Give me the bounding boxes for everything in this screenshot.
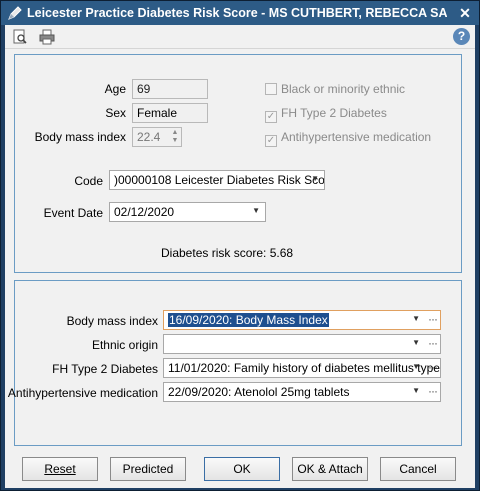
toolbar: ? bbox=[5, 25, 475, 49]
print-preview-icon[interactable] bbox=[11, 28, 29, 46]
source-bmi-label: Body mass index bbox=[66, 314, 158, 328]
close-button[interactable]: ✕ bbox=[457, 4, 473, 22]
reset-button[interactable]: Reset bbox=[22, 457, 98, 481]
fh-t2d-checkbox[interactable]: ✓ FH Type 2 Diabetes bbox=[265, 106, 387, 123]
patient-details-panel: Age 69 Sex Female Body mass index 22.4 ▲… bbox=[14, 54, 462, 273]
source-fh-value: 11/01/2020: Family history of diabetes m… bbox=[168, 361, 440, 375]
event-date-value: 02/12/2020 bbox=[114, 205, 175, 219]
checkmark-icon: ✓ bbox=[265, 111, 277, 123]
printer-icon[interactable] bbox=[38, 28, 56, 46]
source-med-dropdown[interactable]: 22/09/2020: Atenolol 25mg tablets ▼ ··· bbox=[163, 382, 441, 402]
age-label: Age bbox=[104, 82, 126, 96]
age-value: 69 bbox=[137, 82, 151, 96]
risk-score-text: Diabetes risk score: 5.68 bbox=[161, 246, 294, 260]
black-minority-checkbox[interactable]: Black or minority ethnic bbox=[265, 82, 405, 96]
chevron-down-icon: ▼ bbox=[252, 206, 260, 215]
predicted-button[interactable]: Predicted bbox=[110, 457, 186, 481]
ethnic-origin-dropdown[interactable]: ▼ ··· bbox=[163, 334, 441, 354]
chevron-down-icon: ▼ bbox=[412, 338, 420, 347]
spinner-arrows-icon[interactable]: ▲ ▼ bbox=[170, 129, 180, 145]
source-med-value: 22/09/2020: Atenolol 25mg tablets bbox=[168, 385, 350, 399]
source-fh-dropdown[interactable]: 11/01/2020: Family history of diabetes m… bbox=[163, 358, 441, 378]
source-fh-label: FH Type 2 Diabetes bbox=[52, 362, 158, 376]
sex-value: Female bbox=[137, 106, 178, 120]
dialog-window: Leicester Practice Diabetes Risk Score -… bbox=[0, 0, 480, 491]
bmi-spinner[interactable]: 22.4 ▲ ▼ bbox=[132, 127, 182, 147]
age-field: 69 bbox=[132, 79, 208, 99]
bmi-value: 22.4 bbox=[137, 130, 161, 144]
chevron-down-icon: ▼ bbox=[412, 362, 420, 371]
code-value: )00000108 Leicester Diabetes Risk Score bbox=[114, 173, 325, 187]
fh-t2d-label: FH Type 2 Diabetes bbox=[281, 106, 387, 120]
help-button[interactable]: ? bbox=[453, 28, 470, 45]
source-med-label: Antihypertensive medication bbox=[7, 386, 158, 400]
ethnic-origin-label: Ethnic origin bbox=[91, 338, 158, 352]
black-minority-label: Black or minority ethnic bbox=[281, 82, 406, 96]
bmi-label: Body mass index bbox=[34, 130, 126, 144]
checkmark-icon: ✓ bbox=[265, 135, 277, 147]
antihypertensive-label: Antihypertensive medication bbox=[281, 130, 432, 144]
chevron-down-icon: ▼ bbox=[412, 314, 420, 323]
chevron-down-icon: ▼ bbox=[412, 386, 420, 395]
title-bar[interactable]: Leicester Practice Diabetes Risk Score -… bbox=[1, 1, 479, 25]
pencil-icon bbox=[7, 5, 23, 21]
code-label: Code bbox=[74, 174, 103, 188]
more-button[interactable]: ··· bbox=[428, 384, 438, 398]
code-dropdown[interactable]: )00000108 Leicester Diabetes Risk Score … bbox=[109, 170, 325, 190]
sex-field: Female bbox=[132, 103, 208, 123]
ok-attach-button[interactable]: OK & Attach bbox=[292, 457, 368, 481]
cancel-button[interactable]: Cancel bbox=[380, 457, 456, 481]
window-title: Leicester Practice Diabetes Risk Score -… bbox=[27, 6, 447, 20]
sex-label: Sex bbox=[105, 106, 126, 120]
event-date-label: Event Date bbox=[43, 206, 103, 220]
more-button[interactable]: ··· bbox=[428, 312, 438, 326]
antihypertensive-checkbox[interactable]: ✓ Antihypertensive medication bbox=[265, 130, 431, 147]
checkbox-unchecked-icon bbox=[265, 83, 277, 95]
event-date-picker[interactable]: 02/12/2020 ▼ bbox=[109, 202, 266, 222]
chevron-down-icon: ▼ bbox=[311, 174, 319, 183]
reset-label: Reset bbox=[44, 462, 76, 476]
more-button[interactable]: ··· bbox=[428, 360, 438, 374]
dialog-client-area: ? Age 69 Sex Female Body mass index 22.4… bbox=[5, 25, 475, 488]
more-button[interactable]: ··· bbox=[428, 336, 438, 350]
ok-button[interactable]: OK bbox=[204, 457, 280, 481]
source-data-panel: Body mass index 16/09/2020: Body Mass In… bbox=[8, 280, 462, 446]
source-bmi-dropdown[interactable]: 16/09/2020: Body Mass Index ▼ ··· bbox=[163, 310, 441, 330]
source-bmi-value: 16/09/2020: Body Mass Index bbox=[168, 313, 329, 327]
